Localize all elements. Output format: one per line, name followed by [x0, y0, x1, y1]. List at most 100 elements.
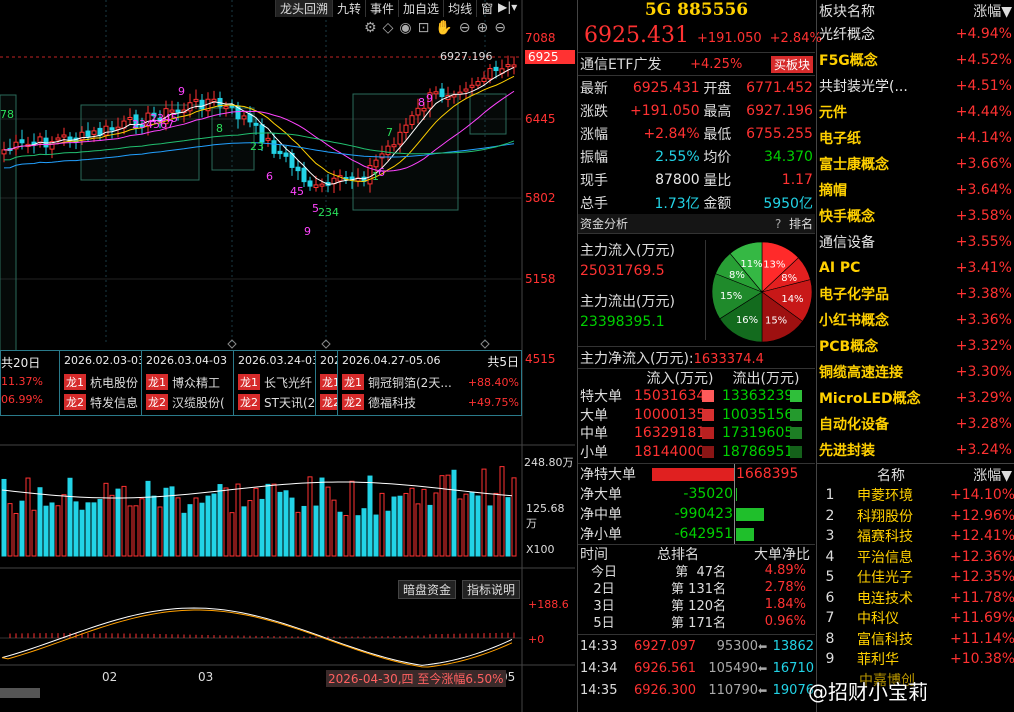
- toolbar-item[interactable]: 九转: [332, 0, 365, 17]
- fund-pie-chart: 13%8%14%15%16%15%8%11%: [711, 241, 813, 343]
- sector-row[interactable]: AI PC +3.41%: [817, 255, 1014, 281]
- volume-bar: [13, 512, 19, 557]
- quote-grid-value: 2.55%: [655, 148, 700, 165]
- net-inflow-label: 主力净流入(万元):: [580, 350, 694, 367]
- dragon-item: 龙1 博众精工: [146, 372, 233, 392]
- stock-row[interactable]: 3 福赛科技 +12.41%: [817, 526, 1014, 547]
- dragon-group[interactable]: 2026.03.24-03 龙1 长飞光纤 龙2 ST天讯(2: [233, 351, 315, 415]
- stock-row[interactable]: 2 科翔股份 +12.96%: [817, 506, 1014, 527]
- stock-row[interactable]: 4 平治信息 +12.36%: [817, 547, 1014, 568]
- dragon-stock-name[interactable]: 德福科技: [368, 394, 416, 411]
- indicator-help-button[interactable]: 指标说明: [462, 580, 521, 599]
- dragon-group[interactable]: 2026.02.03-03 龙1 杭电股份 龙2 特发信息: [59, 351, 141, 415]
- toolbar-menu-icon[interactable]: ▶|▾: [498, 0, 517, 14]
- dragon-item: 龙2 特发信息: [64, 392, 141, 412]
- chart-pane[interactable]: 78 9 234567 8 2345 6 23 45 9 234 5 6 7 8 9 1 龙头回溯 九转 事件 加自…: [0, 0, 575, 712]
- dragon-stock-name[interactable]: 长飞光纤: [264, 374, 312, 391]
- sector-row[interactable]: 快手概念 +3.58%: [817, 203, 1014, 229]
- toolbar-item[interactable]: 龙头回溯: [275, 0, 333, 17]
- volume-bar: [241, 506, 247, 557]
- etf-row[interactable]: 通信ETF广发 +4.25% 买板块: [578, 52, 815, 76]
- minus-icon[interactable]: ⊖: [494, 20, 506, 36]
- sector-name-header[interactable]: 板块名称: [819, 1, 875, 21]
- stock-name-header[interactable]: 名称: [819, 465, 905, 485]
- buy-block-button[interactable]: 买板块: [770, 55, 813, 73]
- dark-pool-button[interactable]: 暗盘资金: [398, 580, 457, 599]
- toolbar-item[interactable]: 事件: [365, 0, 398, 17]
- volume-bar: [403, 492, 409, 557]
- sector-row[interactable]: 先进封装 +3.24%: [817, 437, 1014, 463]
- sector-row[interactable]: PCB概念 +3.32%: [817, 333, 1014, 359]
- sector-row[interactable]: 电子化学品 +3.38%: [817, 281, 1014, 307]
- stock-pct: +11.69%: [950, 610, 1014, 627]
- candle: [505, 64, 511, 68]
- toolbar-item[interactable]: 加自选: [398, 0, 443, 17]
- stock-rank: 2: [825, 507, 835, 524]
- hand-icon[interactable]: ✋: [435, 20, 452, 36]
- candle: [85, 130, 91, 137]
- dragon-group-date: 2026.03.04-03: [146, 354, 227, 367]
- stock-pct-header[interactable]: 涨幅▼: [973, 465, 1012, 485]
- sector-row[interactable]: 摘帽 +3.64%: [817, 177, 1014, 203]
- sector-row[interactable]: 富士康概念 +3.66%: [817, 151, 1014, 177]
- dragon-stock-name[interactable]: 博众精工: [172, 374, 220, 391]
- candle: [271, 140, 277, 154]
- lock-icon[interactable]: ⊡: [418, 20, 430, 36]
- sector-pct-header[interactable]: 涨幅▼: [973, 1, 1012, 21]
- stock-row[interactable]: 9 菲利华 +10.38%: [817, 649, 1014, 670]
- sector-row[interactable]: F5G概念 +4.52%: [817, 47, 1014, 73]
- stock-row[interactable]: 5 仕佳光子 +12.35%: [817, 567, 1014, 588]
- flow-in-bar: [702, 408, 714, 421]
- dragon-stock-name[interactable]: 杭电股份: [90, 374, 138, 391]
- quote-change-pct: +2.84%: [769, 31, 822, 46]
- sector-row[interactable]: 元件 +4.44%: [817, 99, 1014, 125]
- zoom-out-icon[interactable]: ⊖: [459, 20, 471, 36]
- net-bar: [736, 508, 765, 521]
- stock-row[interactable]: 8 富信科技 +11.14%: [817, 629, 1014, 650]
- net-axis: [734, 504, 735, 524]
- dragon-stock-name[interactable]: 铜冠铜箔(2天...: [368, 374, 452, 391]
- draw-icon[interactable]: ◇: [383, 20, 394, 36]
- sector-row[interactable]: 小红书概念 +3.36%: [817, 307, 1014, 333]
- sector-pct: +3.36%: [955, 312, 1012, 328]
- volume-bar: [265, 483, 271, 557]
- volume-bar: [367, 475, 373, 557]
- dragon-stock-name[interactable]: 特发信息: [90, 394, 138, 411]
- scroll-thumb[interactable]: [0, 688, 40, 698]
- quote-grid-row: 现手 87800 量比 1.17: [578, 168, 815, 191]
- net-axis: [734, 524, 735, 544]
- dragon-group[interactable]: 2026.03.04-03 龙1 博众精工 龙2 汉缆股份(: [141, 351, 233, 415]
- sector-row[interactable]: MicroLED概念 +3.29%: [817, 385, 1014, 411]
- dragon-stock-name[interactable]: 汉缆股份(: [172, 394, 225, 411]
- rank-table-header: 时间 总排名 大单净比: [578, 544, 815, 563]
- stock-row[interactable]: 7 中科仪 +11.69%: [817, 608, 1014, 629]
- sector-row[interactable]: 自动化设备 +3.28%: [817, 411, 1014, 437]
- volume-bar: [55, 505, 61, 557]
- help-icon[interactable]: ?: [775, 217, 781, 231]
- sector-row[interactable]: 通信设备 +3.55%: [817, 229, 1014, 255]
- sector-row[interactable]: 电子纸 +4.14%: [817, 125, 1014, 151]
- stock-row[interactable]: 6 电连技术 +11.78%: [817, 588, 1014, 609]
- settings-icon[interactable]: ⚙: [364, 20, 377, 36]
- tick-amount: 16710: [772, 660, 814, 676]
- dragon-stock-name[interactable]: ST天讯(2: [264, 394, 315, 411]
- volume-bar: [61, 494, 67, 557]
- sector-row[interactable]: 铜缆高速连接 +3.30%: [817, 359, 1014, 385]
- eye-icon[interactable]: ◉: [399, 20, 411, 36]
- nine-turn-label: 78: [0, 108, 14, 121]
- zoom-in-icon[interactable]: ⊕: [476, 20, 488, 36]
- stock-row[interactable]: 1 申菱环境 +14.10%: [817, 485, 1014, 506]
- candle: [283, 152, 289, 157]
- toolbar-item[interactable]: 均线: [443, 0, 476, 17]
- pie-label: 13%: [763, 260, 785, 271]
- rank-tab[interactable]: 排名: [789, 217, 813, 231]
- dragon-group[interactable]: 2026.04.27-05.06 共5日 龙1 铜冠铜箔(2天... +88.40% 龙2…: [337, 351, 523, 415]
- sector-row[interactable]: 共封装光学(... +4.51%: [817, 73, 1014, 99]
- dragon-item: 龙1: [320, 372, 337, 392]
- candle: [385, 145, 391, 156]
- toolbar-item[interactable]: 窗: [476, 0, 497, 17]
- dragon-group[interactable]: 202 龙1 龙2: [315, 351, 337, 415]
- etf-name[interactable]: 通信ETF广发: [580, 54, 661, 74]
- fund-analysis-tab[interactable]: 资金分析: [580, 215, 628, 232]
- sector-row[interactable]: 光纤概念 +4.94%: [817, 21, 1014, 47]
